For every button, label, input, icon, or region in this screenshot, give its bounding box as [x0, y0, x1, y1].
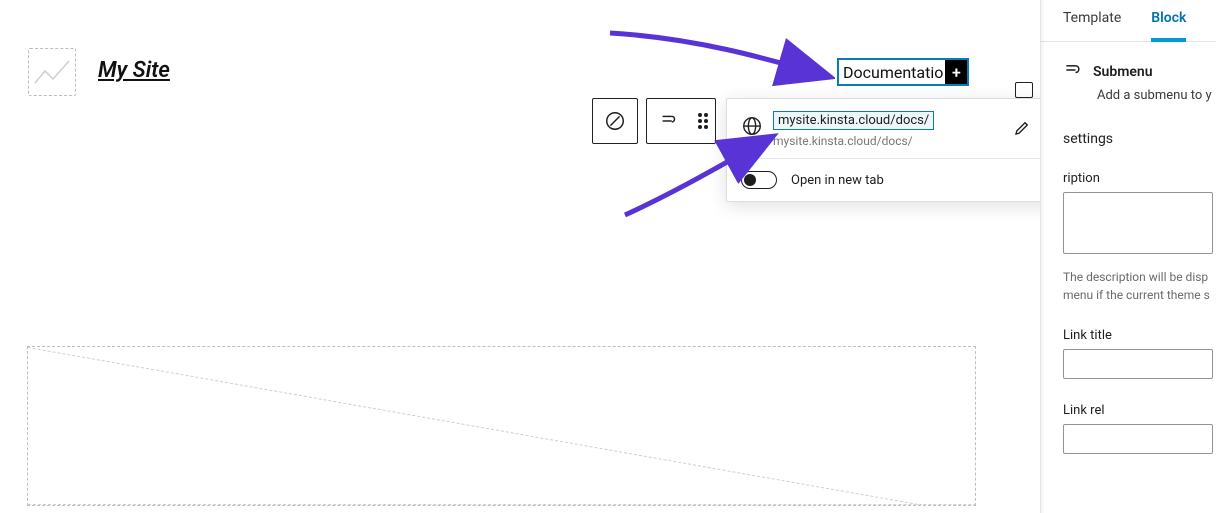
link-url-secondary: mysite.kinsta.cloud/docs/	[773, 134, 1005, 148]
link-title-field[interactable]	[1063, 349, 1213, 379]
block-name: Submenu	[1093, 64, 1153, 80]
description-field[interactable]	[1063, 192, 1213, 254]
sidebar-scroll-shadow	[1040, 0, 1045, 513]
link-title-label: Link title	[1041, 304, 1216, 349]
description-label: ription	[1041, 147, 1216, 192]
link-rel-field[interactable]	[1063, 424, 1213, 454]
image-placeholder[interactable]	[27, 346, 976, 506]
editor-canvas: My Site Documentatio +	[0, 0, 1040, 513]
nav-link-documentation[interactable]: Documentatio +	[837, 58, 969, 86]
tab-block[interactable]: Block	[1151, 10, 1186, 42]
nav-link-label: Documentatio	[839, 63, 945, 82]
edit-link-button[interactable]	[1005, 111, 1039, 145]
open-new-tab-label: Open in new tab	[791, 173, 884, 188]
annotation-arrow-icon	[605, 28, 835, 88]
nav-appender[interactable]	[1015, 82, 1033, 98]
link-rel-label: Link rel	[1041, 379, 1216, 424]
add-submenu-button[interactable]: +	[945, 60, 967, 84]
site-logo-placeholder[interactable]	[28, 48, 76, 96]
blurred-content	[27, 202, 157, 254]
tab-template[interactable]: Template	[1063, 10, 1121, 41]
block-description: Add a submenu to y	[1041, 88, 1216, 103]
site-title[interactable]: My Site	[98, 58, 170, 83]
sidebar-tabs: Template Block	[1041, 0, 1216, 42]
link-url[interactable]: mysite.kinsta.cloud/docs/	[773, 111, 934, 130]
description-help: The description will be disp menu if the…	[1041, 258, 1216, 304]
annotation-arrow-icon	[620, 130, 780, 220]
settings-heading: settings	[1041, 103, 1216, 147]
submenu-block-icon	[1063, 60, 1083, 84]
settings-sidebar: Template Block Submenu Add a submenu to …	[1040, 0, 1216, 513]
